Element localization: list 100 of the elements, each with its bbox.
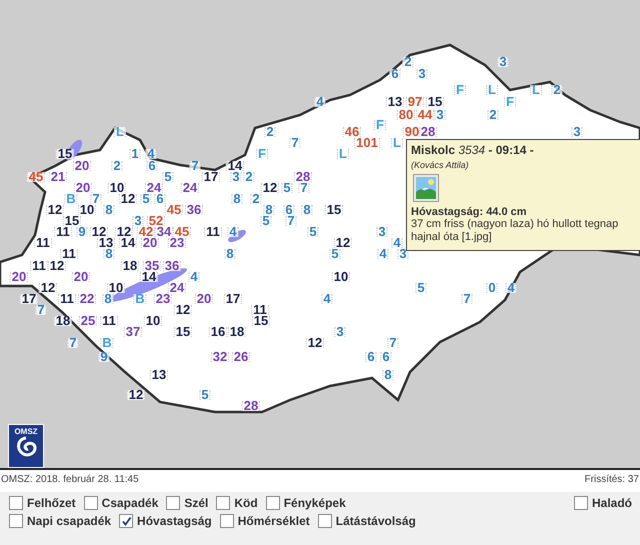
- station-marker[interactable]: 5: [415, 283, 427, 293]
- advanced-toggle[interactable]: Haladó: [574, 496, 632, 510]
- station-marker[interactable]: 12: [38, 283, 58, 293]
- station-marker[interactable]: 11: [100, 316, 118, 326]
- station-marker[interactable]: 3: [434, 110, 446, 120]
- station-marker[interactable]: F: [454, 85, 466, 95]
- station-marker[interactable]: 4: [505, 283, 517, 293]
- checkbox[interactable]: [9, 514, 23, 528]
- station-marker[interactable]: 12: [174, 305, 192, 315]
- station-marker[interactable]: 18: [120, 261, 140, 271]
- checkbox[interactable]: [9, 496, 23, 510]
- checkbox[interactable]: [318, 514, 332, 528]
- station-marker[interactable]: L: [114, 127, 126, 137]
- station-marker[interactable]: 18: [228, 327, 246, 337]
- station-marker[interactable]: 12: [260, 183, 280, 193]
- station-marker[interactable]: 80: [396, 110, 416, 120]
- layer-toggle[interactable]: Hóvastagság: [119, 514, 212, 528]
- layer-toggle[interactable]: Napi csapadék: [9, 514, 112, 528]
- station-marker[interactable]: 1: [129, 149, 141, 159]
- station-marker[interactable]: 24: [144, 183, 164, 193]
- station-marker[interactable]: 8: [301, 205, 313, 215]
- station-marker[interactable]: 7: [298, 183, 310, 193]
- station-marker[interactable]: 6: [154, 194, 166, 204]
- station-marker[interactable]: L: [391, 138, 403, 148]
- layer-toggle[interactable]: Csapadék: [84, 496, 158, 510]
- station-marker[interactable]: 7: [189, 161, 201, 171]
- station-marker[interactable]: 8: [103, 249, 115, 259]
- station-marker[interactable]: 3: [230, 172, 242, 182]
- station-marker[interactable]: 4: [391, 238, 403, 248]
- station-marker[interactable]: 23: [154, 294, 172, 304]
- station-marker[interactable]: 12: [306, 338, 324, 348]
- station-marker[interactable]: 4: [227, 227, 239, 237]
- station-marker[interactable]: 5: [307, 227, 319, 237]
- station-marker[interactable]: 5: [140, 194, 152, 204]
- station-marker[interactable]: 10: [332, 272, 350, 282]
- station-marker[interactable]: 20: [74, 183, 92, 193]
- station-marker[interactable]: 2: [111, 161, 123, 171]
- layer-toggle[interactable]: Felhőzet: [9, 496, 76, 510]
- station-marker[interactable]: 3: [132, 216, 144, 226]
- station-marker[interactable]: 0: [486, 283, 498, 293]
- station-marker[interactable]: 26: [232, 352, 250, 362]
- station-marker[interactable]: 2: [487, 110, 499, 120]
- station-marker[interactable]: 7: [387, 338, 399, 348]
- station-marker[interactable]: 12: [118, 194, 138, 204]
- station-marker[interactable]: 52: [146, 216, 166, 226]
- station-marker[interactable]: 44: [416, 110, 434, 120]
- layer-toggle[interactable]: Hőmérséklet: [220, 514, 310, 528]
- station-marker[interactable]: 90: [402, 127, 422, 137]
- station-marker[interactable]: 10: [78, 205, 96, 215]
- station-marker[interactable]: 11: [34, 238, 52, 248]
- station-marker[interactable]: 3: [497, 57, 509, 67]
- station-marker[interactable]: 3: [334, 327, 346, 337]
- station-marker[interactable]: 24: [180, 183, 200, 193]
- station-marker[interactable]: F: [256, 149, 268, 159]
- station-marker[interactable]: 10: [144, 316, 162, 326]
- station-marker[interactable]: 3: [376, 227, 388, 237]
- station-marker[interactable]: 45: [26, 172, 46, 182]
- checkbox[interactable]: [166, 496, 180, 510]
- station-marker[interactable]: 6: [365, 352, 377, 362]
- station-marker[interactable]: 20: [72, 161, 92, 171]
- station-marker[interactable]: 4: [377, 249, 389, 259]
- station-marker[interactable]: 15: [174, 327, 192, 337]
- station-marker[interactable]: 4: [321, 294, 333, 304]
- station-marker[interactable]: 17: [20, 294, 38, 304]
- station-marker[interactable]: 8: [382, 370, 394, 380]
- station-marker[interactable]: 17: [202, 172, 220, 182]
- station-marker[interactable]: 8: [224, 249, 236, 259]
- station-marker[interactable]: 6: [146, 161, 158, 171]
- station-marker[interactable]: 10: [106, 283, 126, 293]
- station-marker[interactable]: 20: [140, 238, 160, 248]
- station-marker[interactable]: 6: [380, 352, 392, 362]
- station-marker[interactable]: 22: [78, 294, 96, 304]
- station-marker[interactable]: 12: [90, 227, 108, 237]
- station-marker[interactable]: 14: [226, 161, 244, 171]
- station-marker[interactable]: 4: [188, 272, 200, 282]
- station-marker[interactable]: 9: [98, 352, 110, 362]
- checkbox[interactable]: [220, 514, 234, 528]
- station-marker[interactable]: B: [64, 194, 78, 204]
- station-marker[interactable]: 25: [78, 316, 98, 326]
- station-marker[interactable]: 32: [210, 352, 230, 362]
- station-marker[interactable]: 7: [35, 305, 47, 315]
- station-marker[interactable]: 17: [224, 294, 242, 304]
- station-marker[interactable]: 8: [263, 205, 275, 215]
- station-marker[interactable]: 20: [10, 272, 28, 282]
- station-marker[interactable]: 11: [60, 249, 78, 259]
- station-marker[interactable]: 2: [551, 85, 563, 95]
- station-marker[interactable]: 3: [571, 127, 583, 137]
- station-marker[interactable]: B: [100, 338, 114, 348]
- station-marker[interactable]: 11: [30, 261, 48, 271]
- station-marker[interactable]: 36: [162, 261, 182, 271]
- station-marker[interactable]: 46: [342, 127, 362, 137]
- station-marker[interactable]: 12: [46, 205, 64, 215]
- station-marker[interactable]: 97: [406, 97, 424, 107]
- station-marker[interactable]: 20: [72, 272, 90, 282]
- station-marker[interactable]: 3: [397, 249, 409, 259]
- checkbox[interactable]: [216, 496, 230, 510]
- station-marker[interactable]: 13: [386, 97, 404, 107]
- station-marker[interactable]: 7: [289, 138, 301, 148]
- station-marker[interactable]: 7: [67, 338, 79, 348]
- station-marker[interactable]: 11: [204, 227, 222, 237]
